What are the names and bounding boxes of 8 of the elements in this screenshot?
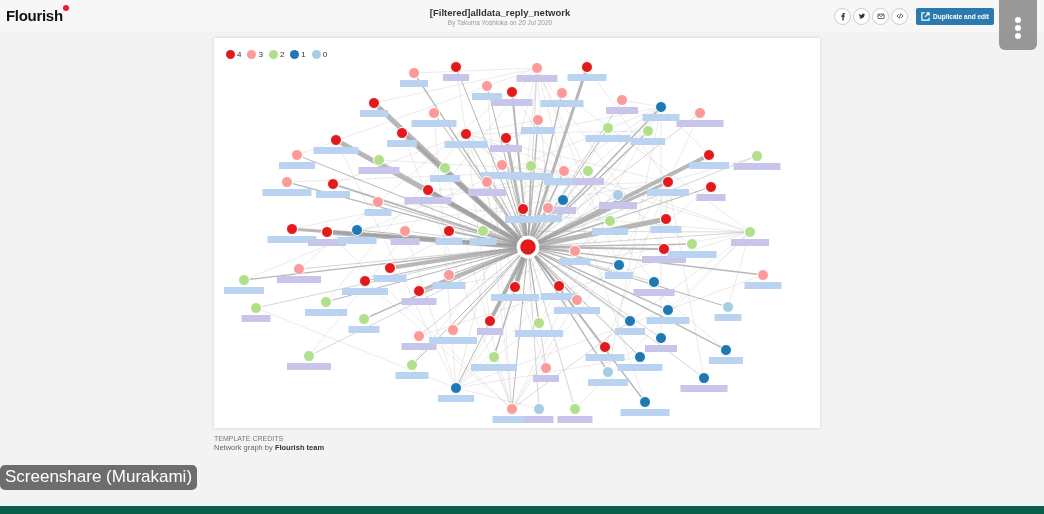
legend-label: 2 (279, 50, 285, 59)
visualisation-title: [Filtered]alldata_reply_network (428, 6, 572, 18)
flourish-logo[interactable]: Flourish (6, 7, 69, 24)
legend-label: 1 (301, 50, 306, 59)
legend-label: 0 (322, 50, 328, 59)
screenshare-label: Screenshare (Murakami) (0, 465, 198, 490)
legend-label: 3 (258, 50, 263, 59)
legend-label: 4 (237, 50, 242, 59)
